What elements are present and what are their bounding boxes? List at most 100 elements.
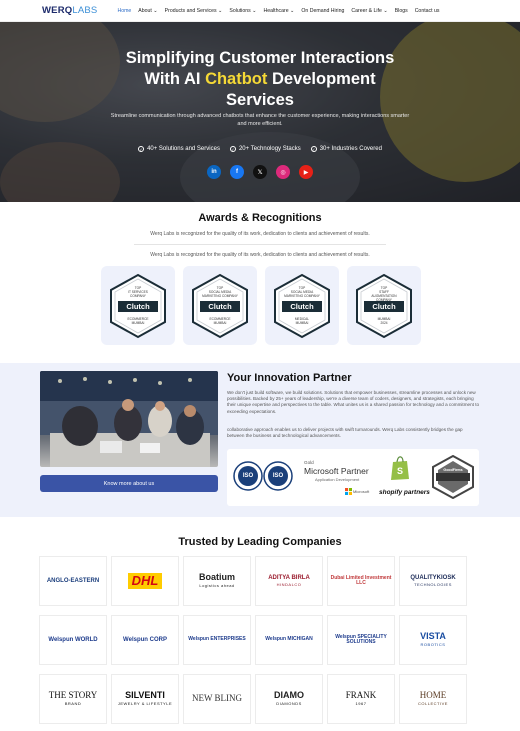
svg-text:S: S [397, 466, 403, 476]
client-logo: ANGLO-EASTERN [39, 556, 107, 606]
stat-solutions: ✓ 40+ Solutions and Services [138, 146, 220, 152]
nav-career-life[interactable]: Career & Life ⌄ [351, 8, 387, 14]
ms-foot-label: Microsoft [353, 489, 370, 494]
werq-labs-logo[interactable]: WERQLABS [42, 5, 97, 16]
client-logo: Welspun MICHIGAN [255, 615, 323, 665]
partner-paragraph: We don't just build software, we build s… [227, 390, 480, 414]
client-logo: THE STORY BRAND [39, 674, 107, 724]
client-logo: Welspun CORP [111, 615, 179, 665]
badge-bottom-text: MUMBAI 2024 [377, 316, 391, 325]
client-logo-sub: TECHNOLOGIES [414, 581, 452, 587]
client-logo-name: ANGLO-EASTERN [46, 577, 100, 584]
iso-label: ISO [242, 473, 254, 479]
hero-banner: Simplifying Customer Interactions With A… [0, 22, 520, 202]
badge-top-text: TOP SOCIAL MEDIA MARKETING COMPANY [284, 285, 320, 298]
hero-stats: ✓ 40+ Solutions and Services ✓ 20+ Technol… [0, 146, 520, 152]
award-badges: TOP IT SERVICES COMPANY Clutch ECOMMERCE M… [101, 266, 421, 345]
clutch-badge: TOP SOCIAL MEDIA MARKETING COMPANY Clutch… [272, 273, 332, 339]
badge-bottom-text: ECOMMERCE MUMBAI [127, 316, 149, 325]
certifications-panel: ISO ISO Gold Microsoft Partner Applicati… [227, 449, 479, 506]
client-logo-name: QUALITYKIOSK [410, 575, 456, 581]
client-logo-name: Dubai Limited Investment LLC [330, 574, 392, 586]
facebook-icon[interactable]: f [230, 165, 244, 179]
social-links: in f 𝕏 ◎ ▶ [0, 165, 520, 179]
check-icon: ✓ [229, 146, 236, 152]
award-card: TOP SOCIAL MEDIA MARKETING COMPANY Clutch… [183, 266, 257, 345]
clutch-badge: TOP IT SERVICES COMPANY Clutch ECOMMERCE M… [108, 273, 168, 339]
partner-paragraph-2: collaborative approach enables us to del… [227, 427, 463, 439]
partner-title: Your Innovation Partner [227, 372, 352, 384]
trusted-title: Trusted by Leading Companies [178, 536, 342, 548]
nav-menu: Home About ⌄ Products and Services ⌄ Sol… [117, 8, 439, 14]
client-logo: SILVENTI JEWELRY & LIFESTYLE [111, 674, 179, 724]
awards-description-repeat: Werq Labs is recognized for the quality … [150, 252, 370, 258]
client-logo: FRANK 1967 [327, 674, 395, 724]
award-card: TOP IT SERVICES COMPANY Clutch ECOMMERCE M… [101, 266, 175, 345]
hero-title: Simplifying Customer Interactions With A… [125, 49, 395, 109]
ms-partner-label: Microsoft Partner [304, 466, 369, 476]
innovation-partner-section: Know more about us Your Innovation Partn… [0, 363, 520, 517]
badge-bottom-text: MEDICAL MUMBAI [294, 316, 310, 325]
client-logo-name: SILVENTI [125, 690, 165, 701]
stat-tech-stacks: ✓ 20+ Technology Stacks [229, 146, 301, 152]
ms-gold-label: Gold [304, 460, 314, 465]
clutch-logo: Clutch [364, 300, 404, 312]
nav-products-services[interactable]: Products and Services ⌄ [165, 8, 223, 14]
badge-top-text: TOP STAFF AUGMENTATION COMPANY [371, 285, 397, 302]
client-logo-sub: ROBOTICS [420, 642, 446, 648]
client-logo-sub: HINDALCO [276, 581, 302, 587]
client-logos-grid: ANGLO-EASTERN DHL Boatium Logistics ahead AD… [39, 556, 467, 724]
client-logo-name: HOME [419, 690, 447, 701]
client-logo-name: Welspun CORP [123, 636, 167, 643]
awards-description: Werq Labs is recognized for the quality … [150, 231, 370, 237]
divider [134, 244, 386, 245]
client-logo-name: Welspun ENTERPRISES [188, 636, 246, 643]
client-logo-sub: JEWELRY & LIFESTYLE [117, 701, 173, 707]
nav-blogs[interactable]: Blogs [395, 8, 408, 14]
know-more-button[interactable]: Know more about us [40, 475, 218, 492]
ms-sub-label: Application Development [315, 477, 360, 482]
client-logo: DHL [111, 556, 179, 606]
check-icon: ✓ [138, 146, 145, 152]
client-logo: DIAMO DIAMONDS [255, 674, 323, 724]
nav-healthcare[interactable]: Healthcare ⌄ [264, 8, 295, 14]
clutch-logo: Clutch [118, 300, 158, 312]
client-logo: QUALITYKIOSK TECHNOLOGIES [399, 556, 467, 606]
instagram-icon[interactable]: ◎ [276, 165, 290, 179]
client-logo: Welspun SPECIALITY SOLUTIONS [327, 615, 395, 665]
clutch-logo: Clutch [282, 300, 322, 312]
badge-top-text: TOP IT SERVICES COMPANY [128, 285, 148, 298]
client-logo-sub: 1967 [355, 701, 367, 707]
iso-label: ISO [272, 473, 284, 479]
clutch-logo: Clutch [200, 300, 240, 312]
nav-contact[interactable]: Contact us [415, 8, 440, 14]
client-logo-name: Welspun SPECIALITY SOLUTIONS [335, 633, 387, 645]
awards-title: Awards & Recognitions [198, 212, 322, 224]
nav-home[interactable]: Home [117, 8, 131, 14]
client-logo-name: FRANK [345, 690, 377, 701]
nav-on-demand-hiring[interactable]: On Demand Hiring [301, 8, 344, 14]
award-card: TOP STAFF AUGMENTATION COMPANY Clutch MUMB… [347, 266, 421, 345]
check-icon: ✓ [310, 146, 317, 152]
client-logo: NEW BLING [183, 674, 251, 724]
shopify-partners-label: shopify partners [379, 489, 430, 496]
goodfirms-badge-icon [432, 455, 474, 499]
client-logo-name: NEW BLING [191, 693, 243, 704]
linkedin-icon[interactable]: in [207, 165, 221, 179]
hero-title-highlight: Chatbot [205, 70, 268, 88]
nav-about[interactable]: About ⌄ [138, 8, 157, 14]
x-icon[interactable]: 𝕏 [253, 165, 267, 179]
client-logo-sub: COLLECTIVE [418, 701, 448, 707]
badge-top-text: TOP SOCIAL MEDIA MARKETING COMPANY [202, 285, 238, 298]
clutch-badge: TOP SOCIAL MEDIA MARKETING COMPANY Clutch… [190, 273, 250, 339]
top-nav: WERQLABS Home About ⌄ Products and Servi… [0, 0, 520, 22]
badge-bottom-text: ECOMMERCE MUMBAI [209, 316, 231, 325]
client-logo: VISTA ROBOTICS [399, 615, 467, 665]
client-logo-name: DIAMO [274, 690, 304, 701]
client-logo-name: ADITYA BIRLA [268, 575, 310, 581]
nav-solutions[interactable]: Solutions ⌄ [229, 8, 256, 14]
client-logo: Dubai Limited Investment LLC [327, 556, 395, 606]
microsoft-logo-icon [345, 488, 352, 495]
youtube-icon[interactable]: ▶ [299, 165, 313, 179]
client-logo: ADITYA BIRLA HINDALCO [255, 556, 323, 606]
